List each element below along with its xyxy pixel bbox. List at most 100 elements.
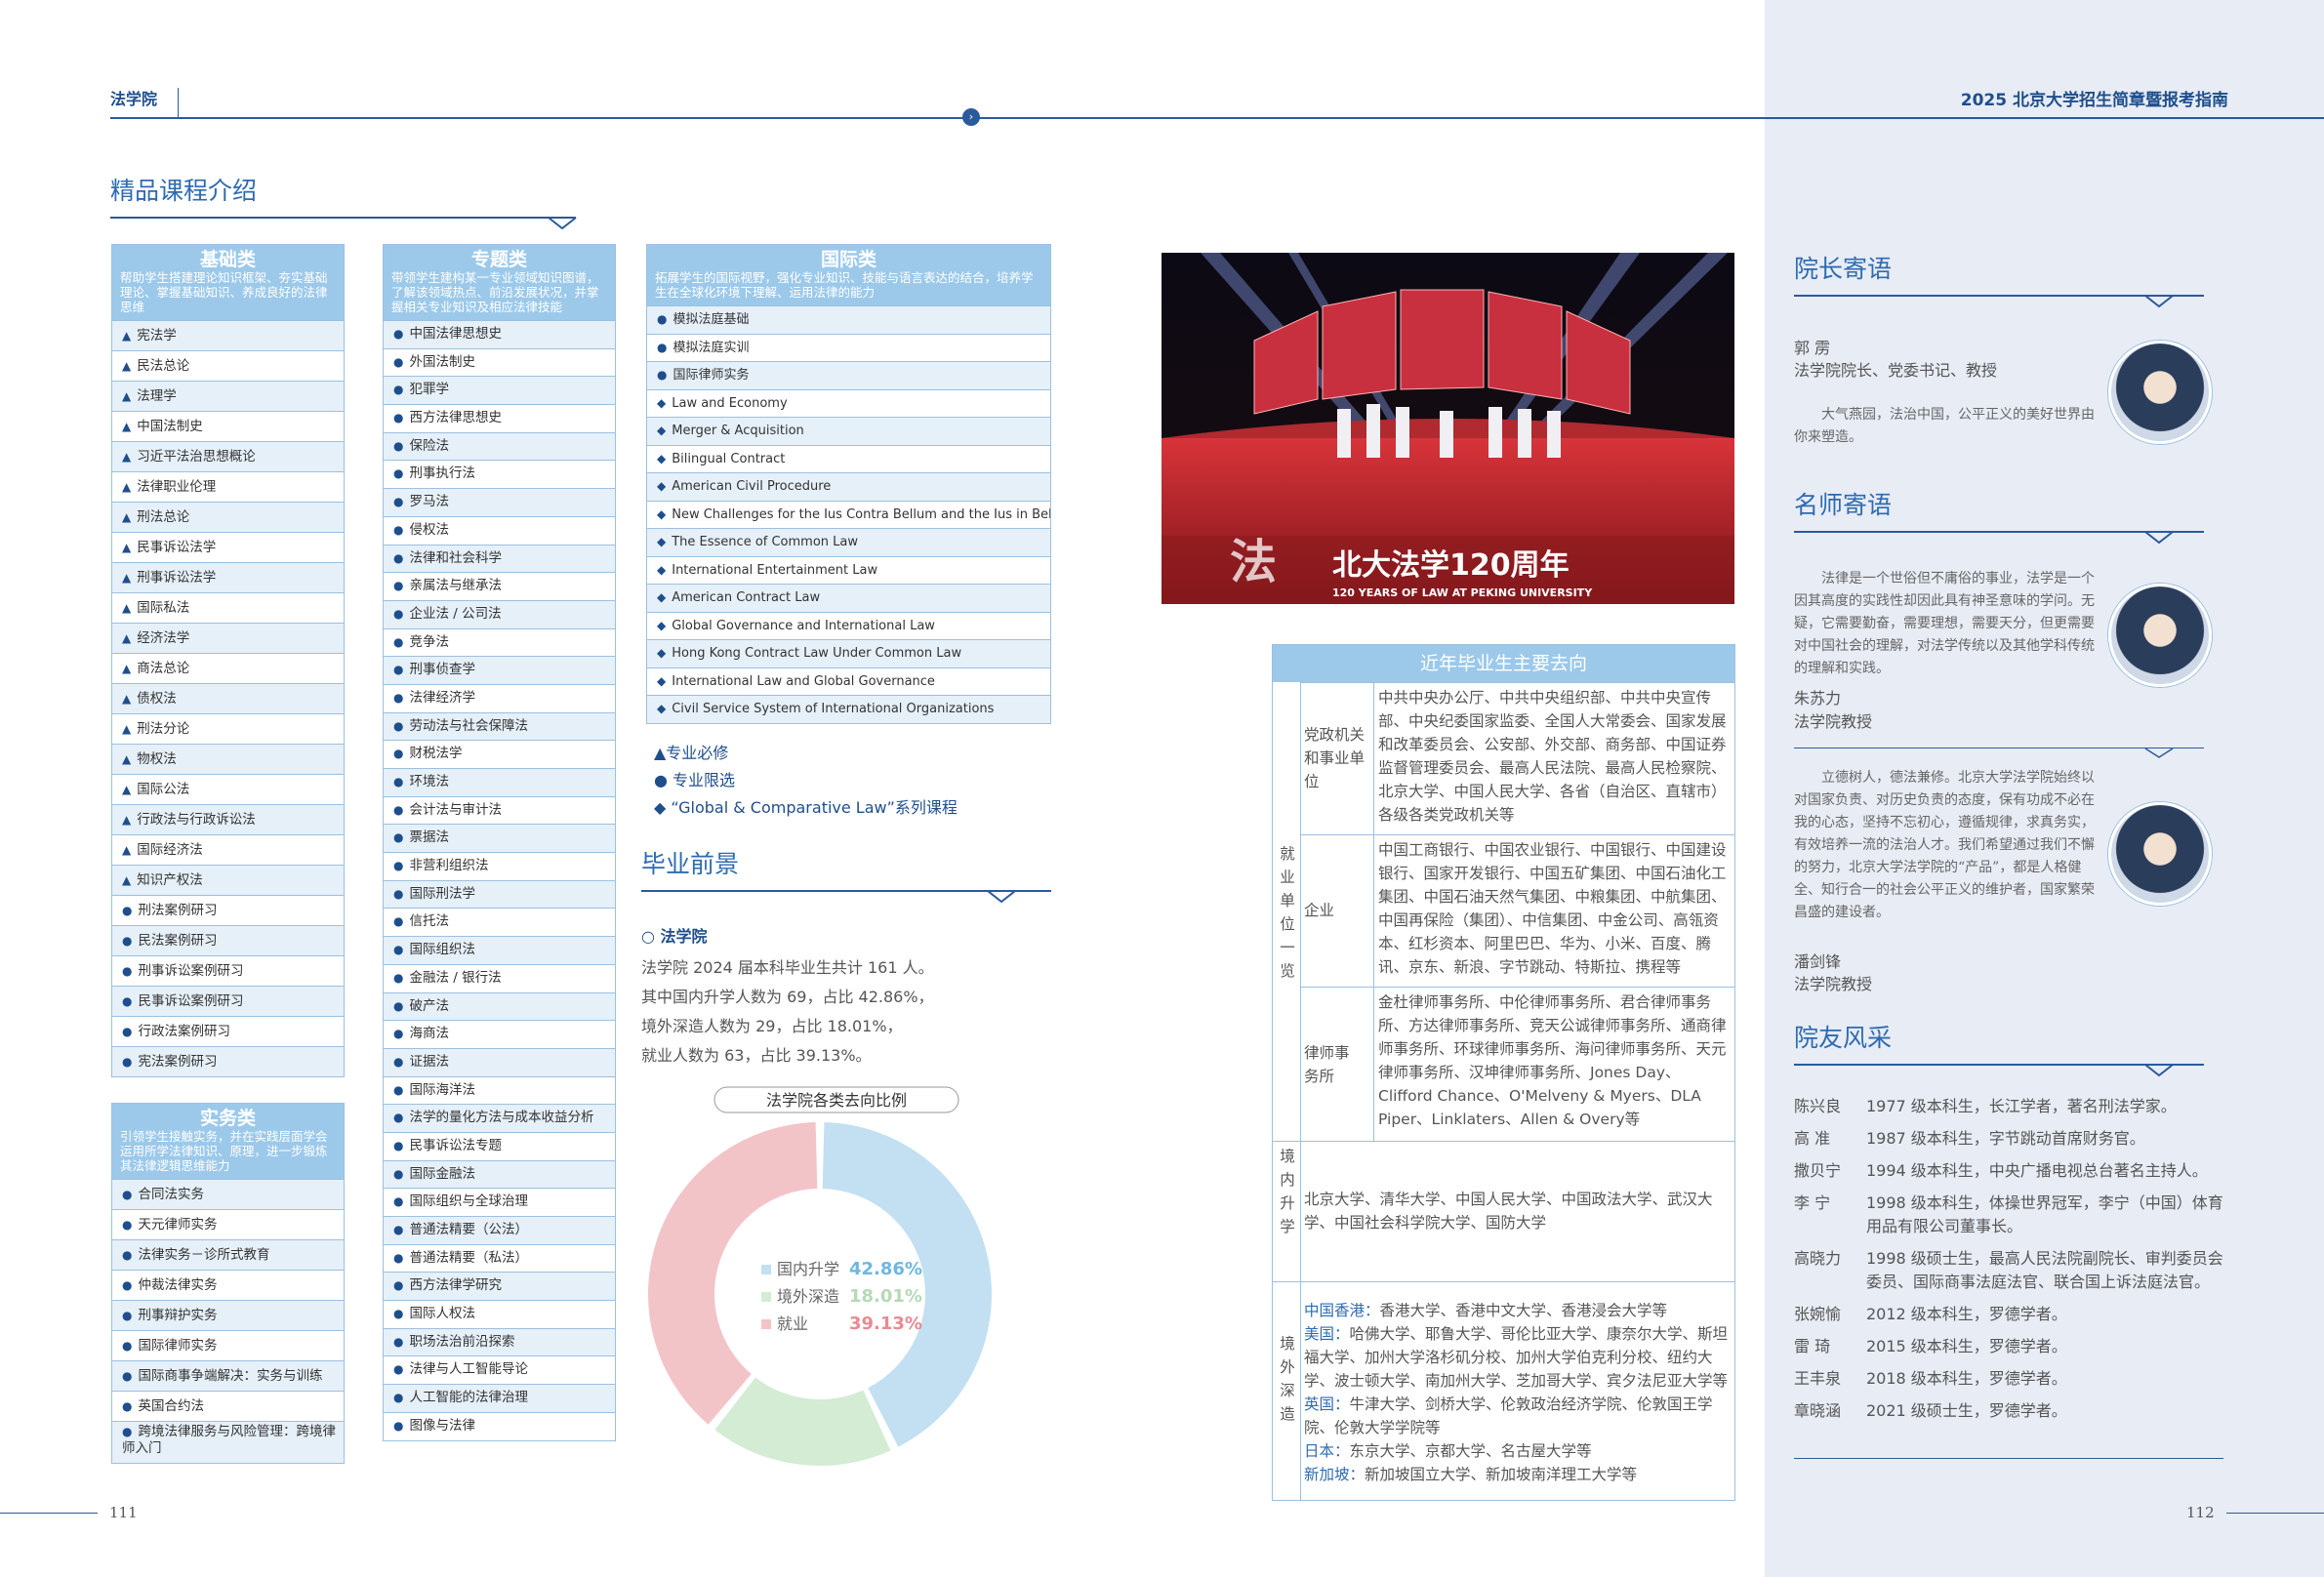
course-name: 国际组织与全球治理 — [409, 1193, 528, 1210]
course-item: ◆ American Contract Law — [647, 584, 1050, 612]
alumni-desc: 1987 级本科生，字节跳动首席财务官。 — [1866, 1129, 2145, 1148]
data-label: 18.01% — [849, 1286, 922, 1307]
course-list: ● 中国法律思想史 ● 外国法制史 ● 犯罪学 ● 西方法律思想史 ● 保险法 ● 刑事执行法 ● 罗马法… — [384, 320, 615, 1440]
course-name: 刑法分论 — [137, 721, 190, 737]
course-name: 财税法学 — [409, 746, 463, 762]
course-marker: ● — [122, 994, 133, 1008]
course-column-title: 实务类 — [199, 1108, 256, 1129]
course-name: 民法总论 — [137, 358, 190, 374]
course-name: 知识产权法 — [137, 872, 203, 888]
course-name: 西方法律思想史 — [409, 410, 502, 426]
course-name: 中国法制史 — [137, 419, 203, 434]
course-name: 法律经济学 — [409, 689, 475, 706]
course-name: 法律实务－诊所式教育 — [138, 1247, 270, 1263]
course-column-desc: 带领学生建构某一专业领域知识图谱，了解该领域热点、前沿发展状况，并掌握相关专业知… — [391, 270, 599, 314]
course-item: ▲ 民事诉讼法学 — [112, 532, 344, 562]
footer-rule-left — [0, 1513, 98, 1514]
course-name: 物权法 — [137, 751, 177, 767]
course-item: ▲ 刑法总论 — [112, 502, 344, 532]
alumni-item: 高 准 1987 级本科生，字节跳动首席财务官。 — [1794, 1127, 2223, 1151]
course-name: 职场法治前沿探索 — [409, 1333, 515, 1350]
course-column-title: 基础类 — [199, 249, 256, 270]
course-marker: ▲ — [122, 662, 132, 675]
course-name: 刑法总论 — [137, 509, 190, 525]
course-name: 民事诉讼案例研习 — [138, 993, 244, 1009]
course-name: 法律和社会科学 — [409, 549, 502, 566]
course-item: ● 国际海洋法 — [384, 1075, 615, 1105]
career-line: 境外深造人数为 29，占比 18.01%， — [641, 1017, 903, 1035]
course-item: ● 国际组织与全球治理 — [384, 1188, 615, 1216]
course-marker: ▲ — [122, 420, 132, 433]
course-name: 宪法案例研习 — [138, 1054, 218, 1070]
photo-banner-subtext: 120 YEARS OF LAW AT PEKING UNIVERSITY — [1332, 586, 1593, 599]
course-marker: ▲ — [122, 843, 132, 857]
course-item: ● 罗马法 — [384, 488, 615, 516]
course-item: ● 海商法 — [384, 1020, 615, 1048]
course-marker: ● — [122, 1248, 133, 1262]
course-list: ▲ 宪法学 ▲ 民法总论 ▲ 法理学 ▲ 中国法制史 ▲ 习近平法治思想概论 ▲ 法律职业伦理 ▲ 刑法总… — [112, 320, 344, 1076]
legend-swatch — [761, 1292, 771, 1302]
teachers-title: 名师寄语 — [1794, 491, 1893, 519]
course-marker: ● — [393, 914, 404, 929]
course-item: ● 刑事诉讼案例研习 — [112, 955, 344, 986]
course-name: 国际商事争端解决：实务与训练 — [138, 1368, 323, 1384]
course-name: 天元律师实务 — [138, 1217, 218, 1233]
courses-title: 精品课程介绍 — [110, 177, 258, 205]
course-marker: ● — [393, 411, 404, 425]
course-name: 跨境法律服务与风险管理：跨境律师入门 — [122, 1424, 336, 1456]
alumni-desc: 2012 级本科生，罗德学者。 — [1866, 1305, 2067, 1323]
course-item: ● 竞争法 — [384, 627, 615, 657]
chevron-down-icon — [2144, 1064, 2174, 1077]
course-item: ● 犯罪学 — [384, 376, 615, 405]
course-name: 民事诉讼法专题 — [409, 1137, 502, 1153]
course-marker: ● — [393, 1391, 404, 1405]
course-marker: ● — [393, 1362, 404, 1377]
course-item: ● 亲属法与继承法 — [384, 572, 615, 600]
alumni-item: 张婉愉 2012 级本科生，罗德学者。 — [1794, 1303, 2223, 1326]
course-name: 金融法 / 银行法 — [409, 969, 502, 986]
course-name: 中国法律思想史 — [409, 326, 502, 342]
course-marker: ● — [393, 522, 404, 537]
course-item: ◆ The Essence of Common Law — [647, 528, 1050, 556]
alumni-name: 高 准 — [1794, 1129, 1831, 1148]
teacher-portrait — [2108, 584, 2212, 687]
course-name: 环境法 — [409, 774, 449, 789]
alumni-list: 陈兴良 1977 级本科生，长江学者，著名刑法学家。高 准 1987 级本科生，字节… — [1794, 1095, 2223, 1432]
course-name: 英国合约法 — [138, 1398, 204, 1414]
course-name: 法律职业伦理 — [137, 479, 217, 495]
chevron-down-icon — [548, 217, 577, 230]
region-label: 英国： — [1304, 1395, 1350, 1413]
region-schools: 东京大学、京都大学、名古屋大学等 — [1349, 1442, 1592, 1460]
course-item: ● 证据法 — [384, 1047, 615, 1076]
course-marker: ● — [122, 904, 133, 917]
course-item: ▲ 法理学 — [112, 381, 344, 411]
course-marker: ▲ — [122, 450, 132, 464]
course-name: Hong Kong Contract Law Under Common Law — [672, 646, 962, 661]
course-item: ▲ 商法总论 — [112, 653, 344, 683]
alumni-item: 高晓力 1998 级硕士生，最高人民法院副院长、审判委员会委员、国际商事法庭法官、… — [1794, 1247, 2223, 1294]
course-name: 非营利组织法 — [409, 858, 489, 874]
course-marker: ▲ — [122, 389, 132, 403]
course-item: ▲ 知识产权法 — [112, 865, 344, 895]
course-item: ● 刑事侦查学 — [384, 656, 615, 684]
course-name: 信托法 — [409, 913, 449, 930]
course-item: ◆ Bilingual Contract — [647, 444, 1050, 473]
course-name: 犯罪学 — [409, 382, 449, 398]
course-name: 国际刑法学 — [409, 885, 475, 902]
course-marker: ● — [393, 466, 404, 481]
course-name: 海商法 — [409, 1026, 449, 1042]
course-item: ● 法律经济学 — [384, 683, 615, 712]
alumni-item: 陈兴良 1977 级本科生，长江学者，著名刑法学家。 — [1794, 1095, 2223, 1118]
destination-table-body: 就业单位一览 党政机关和事业单位 中共中央办公厅、中共中央组织部、中共中央宣传部… — [1273, 682, 1734, 1500]
course-name: 国际经济法 — [137, 842, 203, 858]
course-name: 国际公法 — [137, 782, 190, 797]
legend-elective: ● 专业限选 — [654, 771, 736, 789]
course-item: ● 外国法制史 — [384, 347, 615, 377]
course-item: ▲ 法律职业伦理 — [112, 471, 344, 502]
domestic-detail: 北京大学、清华大学、中国人民大学、中国政法大学、武汉大学、中国社会科学院大学、国… — [1304, 1191, 1713, 1232]
dean-title: 院长寄语 — [1794, 255, 1893, 283]
alumni-desc: 1977 级本科生，长江学者，著名刑法学家。 — [1866, 1097, 2177, 1115]
chevron-down-icon — [2144, 531, 2174, 545]
category-label: 企业 — [1304, 902, 1335, 919]
course-item: ◆ Global Governance and International Law — [647, 611, 1050, 640]
